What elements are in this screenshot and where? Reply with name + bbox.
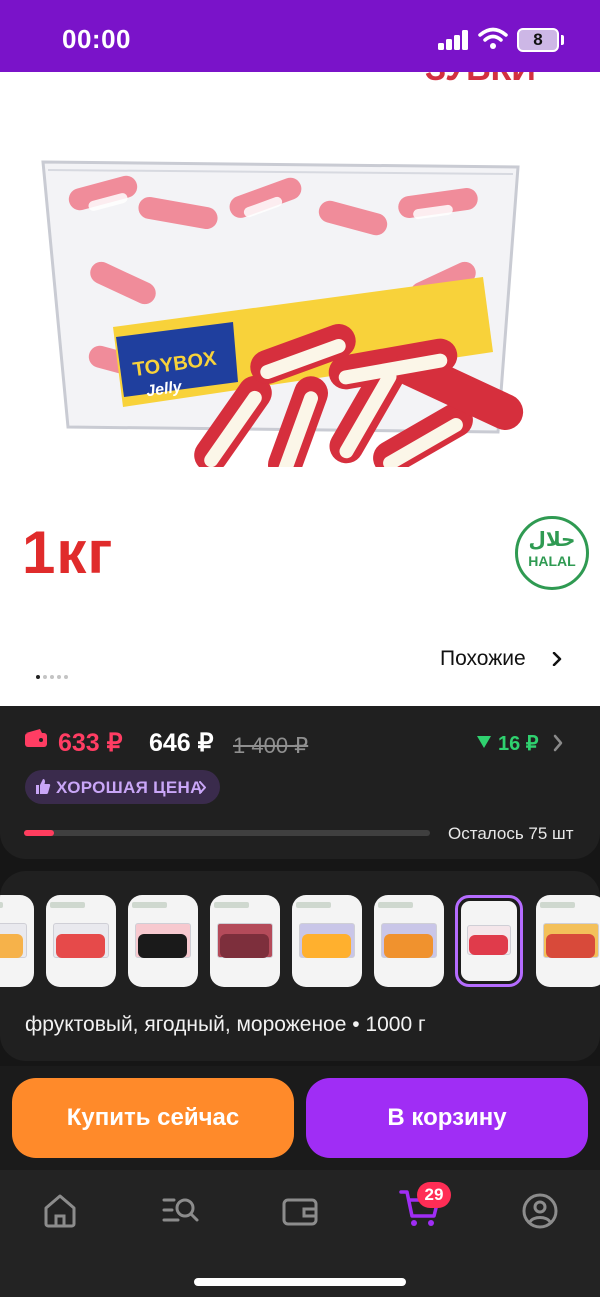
action-bar: Купить сейчас В корзину — [0, 1066, 600, 1170]
cart-badge: 29 — [417, 1182, 451, 1208]
variant-thumb-selected[interactable] — [455, 895, 523, 987]
variant-thumb[interactable] — [46, 895, 116, 987]
price: 646 ₽ — [149, 729, 214, 757]
product-gallery[interactable]: ЗУБКИ TOYBOX Jelly — [0, 72, 600, 706]
pagination-dot — [36, 675, 40, 679]
add-to-cart-button[interactable]: В корзину — [306, 1078, 588, 1158]
back-icon[interactable] — [20, 98, 60, 138]
similar-button[interactable]: Похожие — [426, 638, 570, 680]
chevron-right-icon — [199, 781, 206, 794]
thumbs-up-icon — [36, 779, 51, 794]
good-price-badge[interactable]: ХОРОШАЯ ЦЕНА — [25, 770, 220, 804]
battery-tip — [561, 35, 564, 45]
hero-top-text: ЗУБКИ — [425, 72, 536, 89]
wallet-icon — [25, 729, 47, 747]
weight-label: 1кг — [22, 519, 114, 586]
good-price-label: ХОРОШАЯ ЦЕНА — [56, 778, 203, 797]
variants-card: фруктовый, ягодный, мороженое • 1000 г — [0, 871, 600, 1061]
buy-now-button[interactable]: Купить сейчас — [12, 1078, 294, 1158]
variant-thumb[interactable] — [210, 895, 280, 987]
variant-thumb[interactable] — [374, 895, 444, 987]
profile-icon[interactable] — [520, 1192, 560, 1230]
stock-progress-fill — [24, 830, 55, 836]
pagination-dot — [50, 675, 54, 679]
battery-level: 8 — [533, 30, 543, 49]
product-image: TOYBOX Jelly — [41, 160, 524, 467]
stock-text: Осталось 75 шт — [448, 824, 574, 843]
battery-icon: 8 — [517, 28, 559, 52]
price-card: 633 ₽ 646 ₽ 1 400 ₽ 16 ₽ ХОРОШАЯ ЦЕНА Ос… — [0, 706, 600, 859]
halal-label: HALAL — [528, 553, 576, 569]
tab-bar: 29 — [0, 1170, 600, 1297]
wallet-icon[interactable] — [280, 1192, 320, 1230]
variant-thumb[interactable] — [0, 895, 34, 987]
price-delta[interactable]: 16 ₽ — [498, 731, 539, 756]
wallet-price: 633 ₽ — [58, 729, 123, 757]
variant-thumb[interactable] — [292, 895, 362, 987]
similar-label: Похожие — [440, 647, 526, 670]
gallery-pagination — [36, 666, 71, 679]
variant-thumbnails[interactable] — [0, 895, 600, 991]
status-bar: 00:00 8 — [0, 0, 600, 72]
pagination-dot — [57, 675, 61, 679]
home-icon[interactable] — [40, 1192, 80, 1230]
price-down-icon — [477, 736, 491, 748]
chevron-right-icon — [552, 652, 562, 666]
home-indicator — [194, 1278, 406, 1286]
halal-badge: حلال HALAL — [515, 516, 589, 590]
pagination-dot — [64, 675, 68, 679]
share-icon[interactable] — [542, 96, 582, 140]
catalog-search-icon[interactable] — [160, 1192, 200, 1230]
pagination-dot — [43, 675, 47, 679]
variant-description: фруктовый, ягодный, мороженое • 1000 г — [25, 1013, 426, 1036]
wifi-icon — [478, 27, 508, 49]
signal-icon — [438, 30, 470, 50]
halal-arabic: حلال — [528, 527, 576, 551]
status-time: 00:00 — [62, 24, 131, 54]
old-price: 1 400 ₽ — [233, 733, 309, 758]
variant-thumb[interactable] — [128, 895, 198, 987]
chevron-right-icon[interactable] — [552, 734, 564, 752]
heart-icon[interactable] — [464, 98, 506, 138]
stock-progress — [24, 830, 430, 836]
variant-thumb[interactable] — [536, 895, 600, 987]
